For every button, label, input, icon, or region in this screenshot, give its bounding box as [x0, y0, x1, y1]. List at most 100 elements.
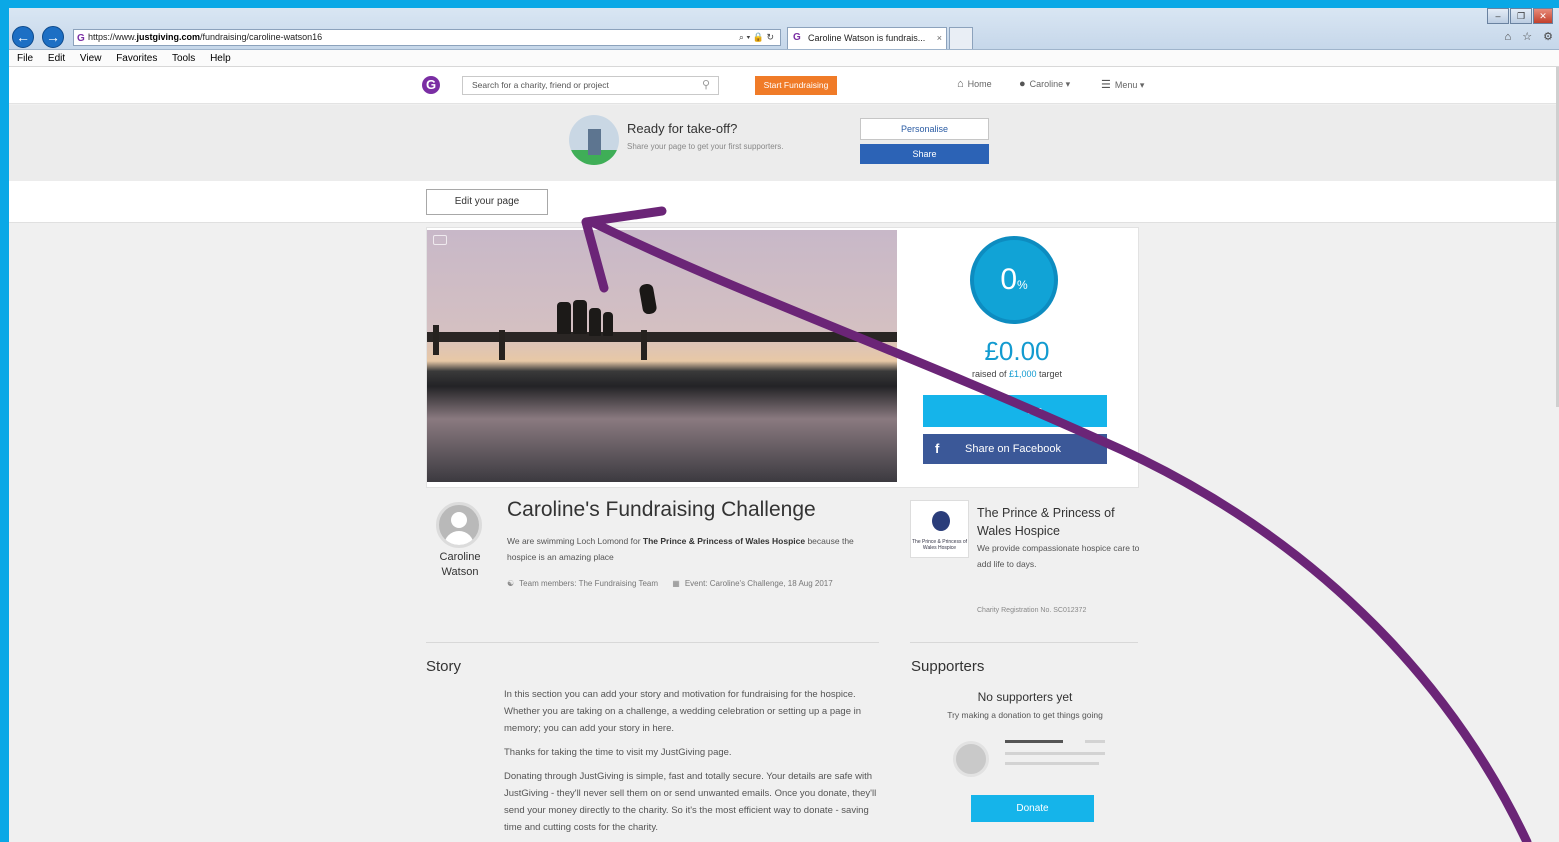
nav-user[interactable]: ● Caroline ▾: [1019, 78, 1070, 90]
no-supporters-text: No supporters yet: [977, 690, 1073, 704]
supporter-placeholder-avatar: [953, 741, 989, 777]
menu-favorites[interactable]: Favorites: [116, 53, 157, 64]
calendar-icon: ▦: [672, 579, 680, 588]
story-divider: [426, 642, 879, 643]
owner-first-name: Caroline: [439, 551, 481, 563]
restore-button[interactable]: ❐: [1510, 8, 1532, 24]
story-text: In this section you can add your story a…: [504, 686, 884, 842]
target-suffix: target: [1036, 369, 1063, 379]
menu-label: Menu ▾: [1114, 80, 1145, 90]
desc-pre: We are swimming Loch Lomond for: [507, 536, 643, 546]
donate-button[interactable]: ate: [923, 395, 1107, 427]
owner-name[interactable]: Caroline Watson: [427, 550, 493, 580]
page-description: We are swimming Loch Lomond for The Prin…: [507, 533, 885, 565]
facebook-icon: f: [935, 441, 940, 456]
edit-page-button[interactable]: Edit your page: [426, 189, 548, 215]
site-header: G Search for a charity, friend or projec…: [9, 67, 1559, 104]
home-label: Home: [967, 79, 992, 89]
target-amount[interactable]: £1,000: [1009, 369, 1037, 379]
supporters-donate-button[interactable]: Donate: [971, 795, 1094, 822]
menu-view[interactable]: View: [80, 53, 102, 64]
charity-logo-text: The Prince & Princess of Wales Hospice: [911, 539, 968, 551]
browser-chrome: ← → G https://www.justgiving.com/fundrai…: [9, 8, 1559, 50]
desc-charity: The Prince & Princess of Wales Hospice: [642, 536, 806, 546]
facebook-label: Share on Facebook: [965, 443, 1062, 455]
progress-percent: 0: [1000, 263, 1017, 296]
menu-bar: File Edit View Favorites Tools Help: [9, 50, 1559, 67]
minimize-button[interactable]: –: [1487, 8, 1509, 24]
jumping-person: [638, 283, 658, 315]
owner-last-name: Watson: [441, 566, 479, 578]
hamburger-icon: ☰: [1101, 79, 1111, 91]
tab-close-icon[interactable]: ×: [937, 28, 942, 48]
hero-card: 0% £0.00 raised of £1,000 target ate f S…: [426, 227, 1139, 488]
placeholder-line: [1005, 740, 1063, 743]
share-button[interactable]: Share: [860, 144, 989, 164]
placeholder-line: [1005, 762, 1099, 765]
supporters-divider: [910, 642, 1138, 643]
placeholder-line: [1005, 752, 1105, 755]
amount-raised: £0.00: [984, 336, 1050, 366]
forward-button[interactable]: →: [42, 26, 64, 48]
user-label: Caroline ▾: [1029, 79, 1071, 89]
story-paragraph: In this section you can add your story a…: [504, 689, 862, 734]
progress-circle: 0%: [970, 236, 1058, 324]
team-icon: ☯: [507, 579, 515, 588]
donate-label: ate: [1027, 405, 1043, 417]
edit-bar: Edit your page: [9, 181, 1559, 223]
menu-tools[interactable]: Tools: [172, 53, 195, 64]
menu-file[interactable]: File: [17, 53, 33, 64]
tab-title: Caroline Watson is fundrais...: [808, 33, 926, 43]
nav-home[interactable]: ⌂ Home: [957, 78, 992, 90]
personalise-button[interactable]: Personalise: [860, 118, 989, 140]
charity-crest-icon: [932, 511, 950, 531]
takeoff-banner: Ready for take-off? Share your page to g…: [9, 105, 1559, 181]
back-button[interactable]: ←: [12, 26, 34, 48]
event-info[interactable]: Event: Caroline's Challenge, 18 Aug 2017: [685, 579, 833, 588]
banner-title: Ready for take-off?: [627, 121, 738, 136]
new-tab-button[interactable]: [949, 27, 973, 49]
search-icon[interactable]: ⚲: [702, 77, 710, 94]
target-text: raised of £1,000 target: [922, 369, 1112, 379]
search-placeholder: Search for a charity, friend or project: [472, 80, 609, 90]
charity-name[interactable]: The Prince & Princess of Wales Hospice: [977, 504, 1142, 540]
owner-avatar[interactable]: [436, 502, 482, 548]
charity-description: We provide compassionate hospice care to…: [977, 543, 1140, 569]
supporters-heading: Supporters: [911, 658, 985, 675]
placeholder-line: [1085, 740, 1105, 743]
close-window-button[interactable]: ✕: [1533, 8, 1553, 24]
address-bar[interactable]: G https://www.justgiving.com/fundraising…: [73, 29, 781, 46]
page-title: Caroline's Fundraising Challenge: [507, 498, 816, 521]
user-icon: ●: [1019, 78, 1026, 90]
url-path: /fundraising/caroline-watson16: [200, 32, 323, 42]
page-meta: ☯ Team members: The Fundraising Team ▦ Eve…: [507, 579, 833, 588]
story-paragraph: Donating through JustGiving is simple, f…: [504, 771, 877, 833]
banner-subtitle: Share your page to get your first suppor…: [627, 142, 784, 151]
story-heading: Story: [426, 658, 462, 675]
start-fundraising-button[interactable]: Start Fundraising: [755, 76, 837, 95]
address-icons[interactable]: ⌕ ▾ 🔒 ↻: [739, 30, 774, 45]
no-supporters-subtext: Try making a donation to get things goin…: [947, 710, 1103, 720]
search-input[interactable]: Search for a charity, friend or project …: [462, 76, 719, 95]
target-prefix: raised of: [971, 369, 1009, 379]
url-host: justgiving.com: [136, 32, 201, 42]
menu-edit[interactable]: Edit: [48, 53, 65, 64]
url-prefix: https://www.: [88, 32, 137, 42]
browser-toolbar-icons[interactable]: ⌂ ☆ ⚙: [1505, 30, 1557, 43]
browser-window: ← → G https://www.justgiving.com/fundrai…: [9, 8, 1559, 842]
home-icon: ⌂: [957, 78, 964, 90]
rocket-illustration: [569, 115, 619, 165]
site-favicon-icon: G: [77, 33, 85, 44]
team-members[interactable]: Team members: The Fundraising Team: [519, 579, 658, 588]
story-paragraph: Thanks for taking the time to visit my J…: [504, 747, 732, 758]
percent-sign: %: [1017, 278, 1028, 292]
menu-help[interactable]: Help: [210, 53, 231, 64]
camera-icon[interactable]: [433, 235, 447, 245]
charity-logo[interactable]: The Prince & Princess of Wales Hospice: [910, 500, 969, 558]
browser-tab[interactable]: G Caroline Watson is fundrais... ×: [787, 27, 947, 49]
share-facebook-button[interactable]: f Share on Facebook: [923, 434, 1107, 464]
nav-menu[interactable]: ☰ Menu ▾: [1101, 78, 1144, 91]
charity-registration: Charity Registration No. SC012372: [977, 607, 1087, 614]
cover-photo: [427, 230, 897, 482]
justgiving-logo[interactable]: G: [422, 76, 440, 94]
